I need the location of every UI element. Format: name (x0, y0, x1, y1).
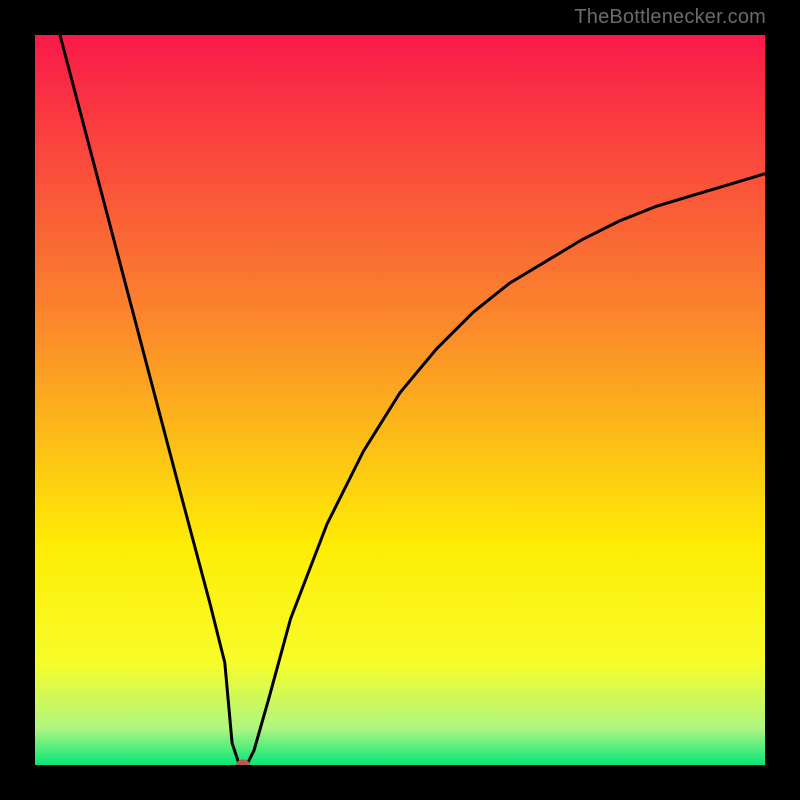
plot-area (35, 35, 765, 765)
bottleneck-curve (35, 35, 765, 765)
optimum-marker (236, 760, 250, 766)
watermark-text: TheBottlenecker.com (574, 6, 766, 29)
curve-path (35, 35, 765, 765)
chart-frame: TheBottlenecker.com (0, 0, 800, 800)
